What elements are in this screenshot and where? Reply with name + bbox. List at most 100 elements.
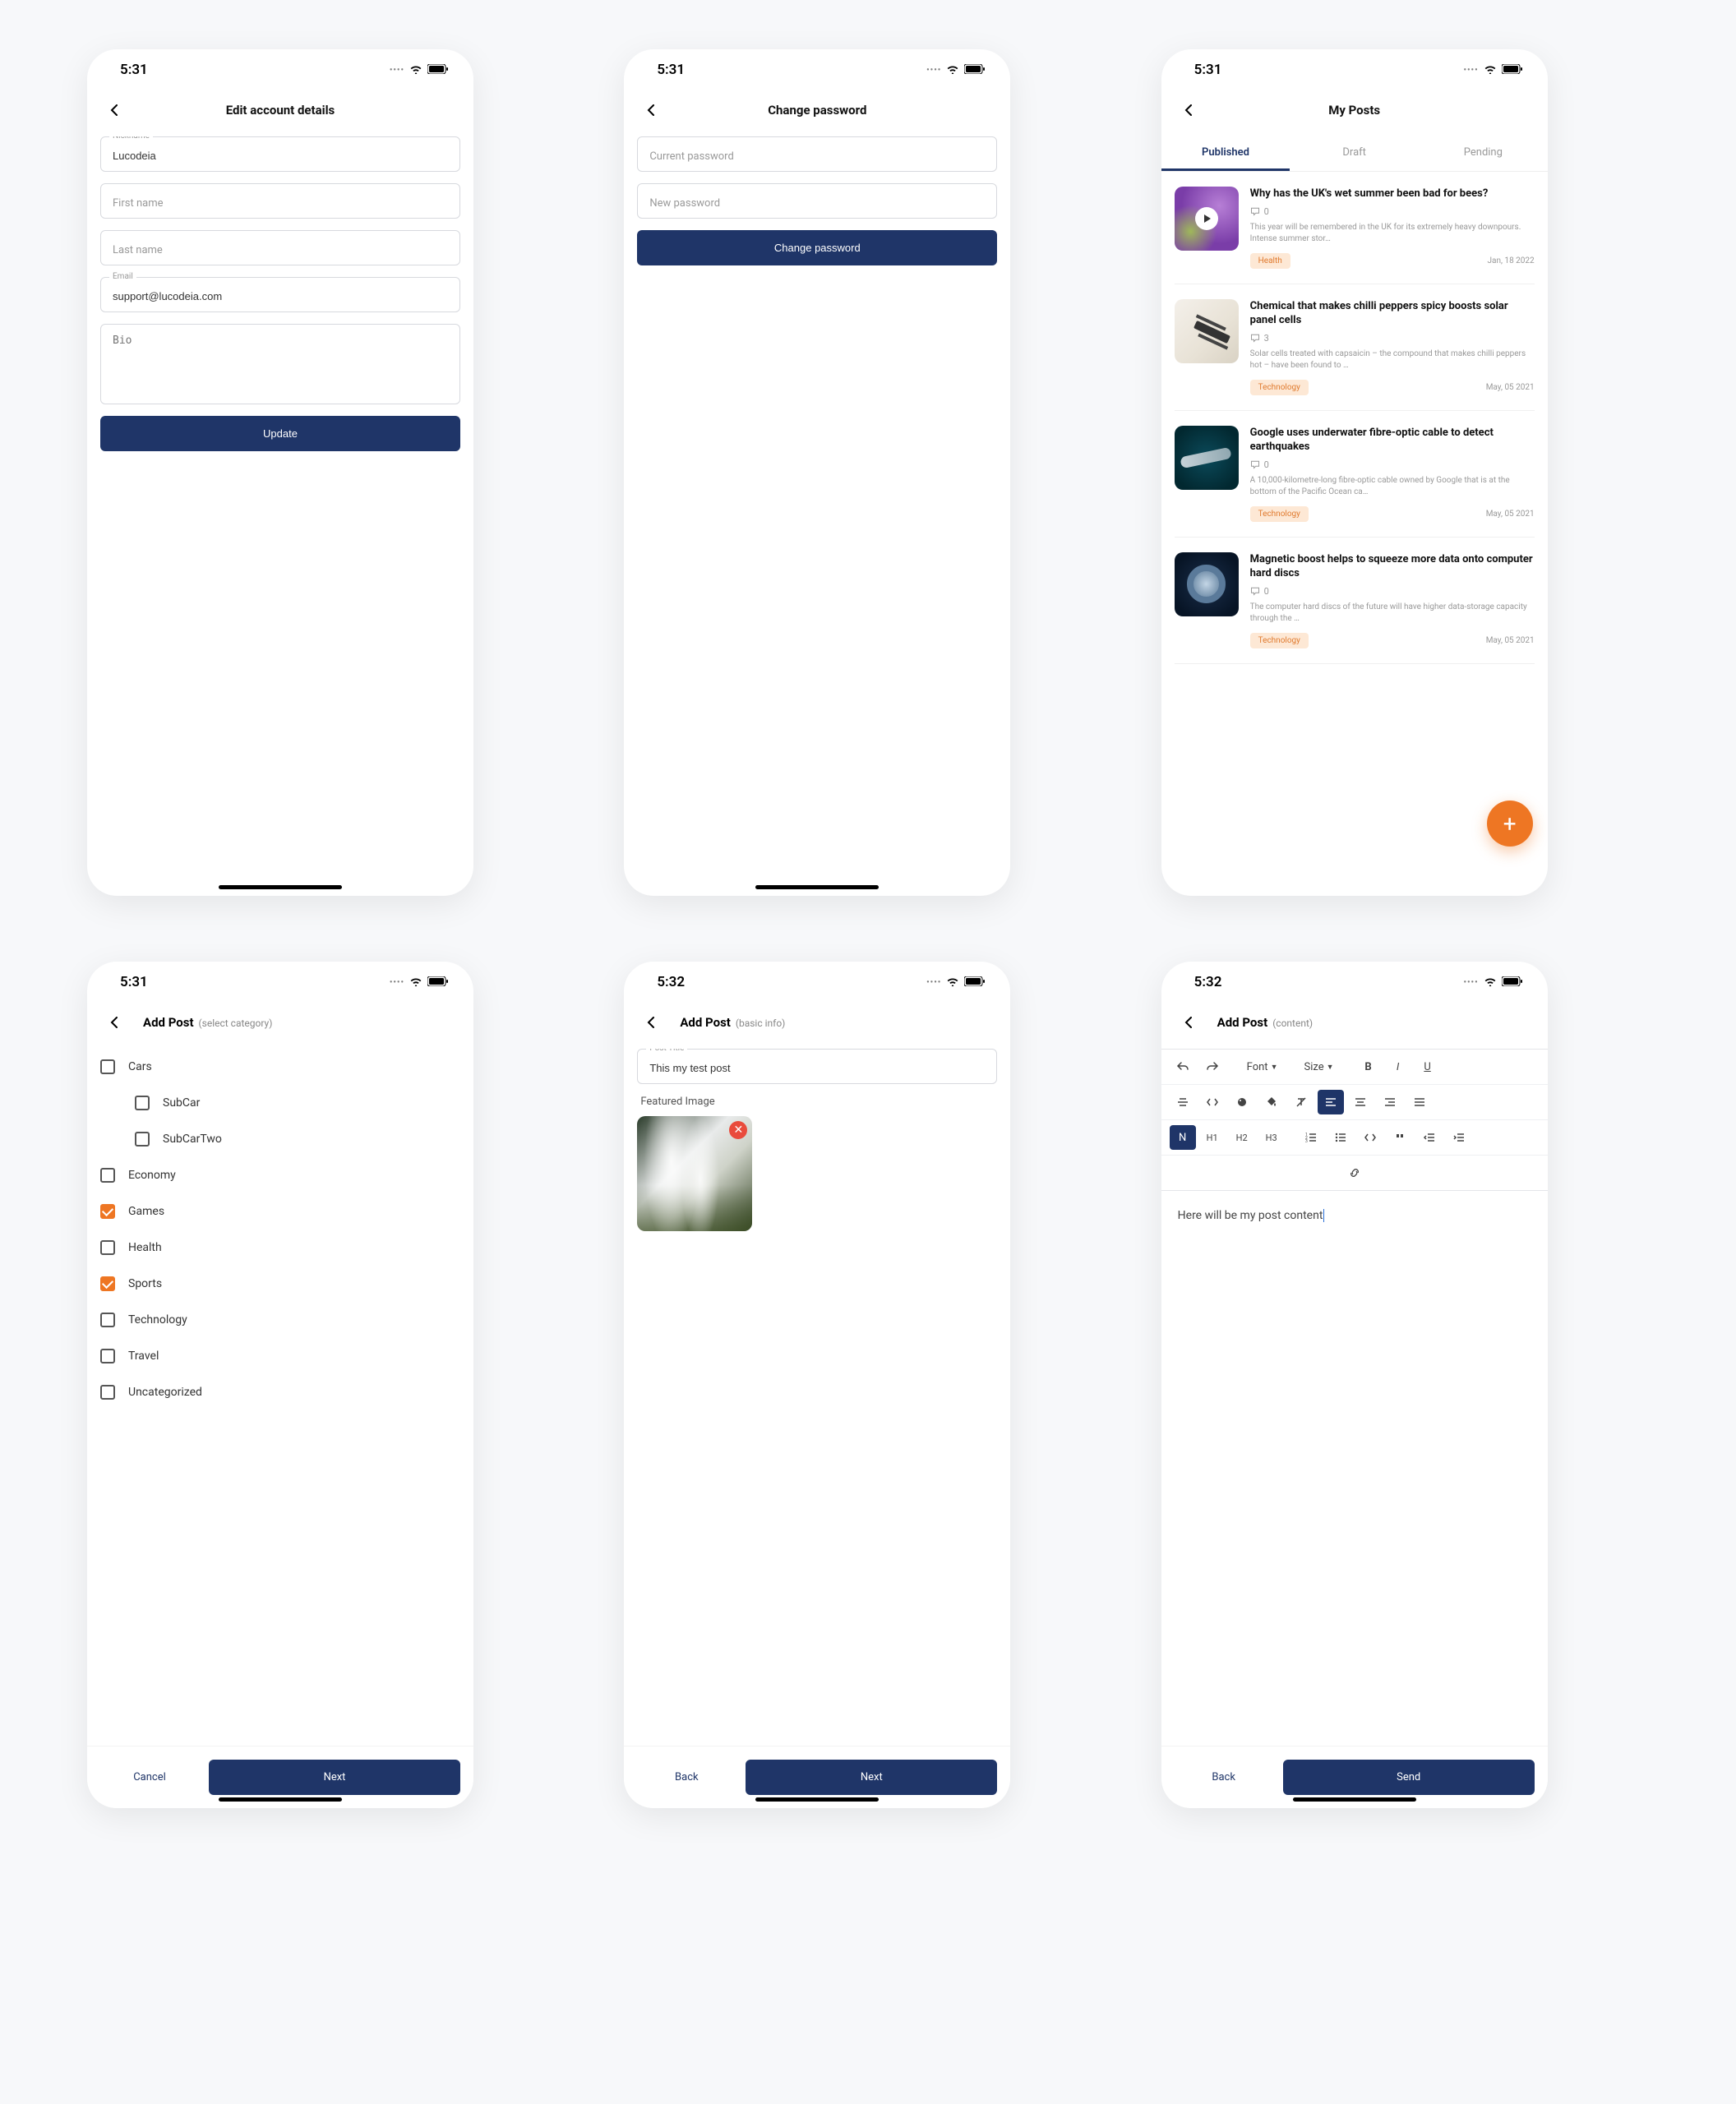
tab-pending[interactable]: Pending xyxy=(1419,136,1548,171)
bio-textarea[interactable] xyxy=(113,335,448,392)
category-checkbox[interactable] xyxy=(135,1096,150,1110)
indent-button[interactable] xyxy=(1446,1125,1472,1150)
battery-icon xyxy=(1502,974,1523,990)
h1-button[interactable]: H1 xyxy=(1199,1125,1226,1150)
category-row[interactable]: Health xyxy=(100,1230,460,1266)
category-checkbox[interactable] xyxy=(100,1204,115,1219)
back-button[interactable] xyxy=(640,99,663,122)
first-name-field[interactable]: First name xyxy=(100,183,460,219)
editor-body[interactable]: Here will be my post content xyxy=(1175,1191,1535,1240)
post-item[interactable]: Why has the UK's wet summer been bad for… xyxy=(1175,172,1535,284)
next-button[interactable]: Next xyxy=(746,1760,997,1795)
post-title-field[interactable]: Post Title xyxy=(637,1049,997,1084)
category-row[interactable]: Travel xyxy=(100,1338,460,1374)
redo-button[interactable] xyxy=(1199,1054,1226,1079)
underline-button[interactable]: U xyxy=(1415,1054,1441,1079)
category-checkbox[interactable] xyxy=(100,1059,115,1074)
category-checkbox[interactable] xyxy=(100,1240,115,1255)
background-color-button[interactable] xyxy=(1258,1090,1285,1114)
back-button[interactable] xyxy=(640,1011,663,1034)
ordered-list-button[interactable]: 123 xyxy=(1298,1125,1324,1150)
bold-button[interactable]: B xyxy=(1355,1054,1382,1079)
post-title-input[interactable] xyxy=(649,1062,985,1074)
align-center-button[interactable] xyxy=(1347,1090,1374,1114)
category-row[interactable]: Technology xyxy=(100,1302,460,1338)
unordered-list-button[interactable] xyxy=(1327,1125,1354,1150)
font-dropdown[interactable]: Font▼ xyxy=(1242,1054,1283,1079)
post-item[interactable]: Google uses underwater fibre-optic cable… xyxy=(1175,411,1535,538)
align-left-button[interactable] xyxy=(1318,1090,1344,1114)
nickname-field[interactable]: Nickname xyxy=(100,136,460,172)
clock: 5:31 xyxy=(120,62,148,78)
tab-published[interactable]: Published xyxy=(1161,136,1290,171)
h2-button[interactable]: H2 xyxy=(1229,1125,1255,1150)
category-checkbox[interactable] xyxy=(100,1349,115,1363)
update-button[interactable]: Update xyxy=(100,416,460,451)
category-checkbox[interactable] xyxy=(100,1276,115,1291)
undo-button[interactable] xyxy=(1170,1054,1196,1079)
last-name-field[interactable]: Last name xyxy=(100,230,460,265)
align-right-button[interactable] xyxy=(1377,1090,1403,1114)
category-checkbox[interactable] xyxy=(100,1168,115,1183)
normal-text-button[interactable]: N xyxy=(1170,1125,1196,1150)
category-row[interactable]: Cars xyxy=(100,1049,460,1085)
code-block-button[interactable] xyxy=(1357,1125,1383,1150)
italic-button[interactable]: I xyxy=(1385,1054,1411,1079)
h3-button[interactable]: H3 xyxy=(1258,1125,1285,1150)
new-password-field[interactable]: New password xyxy=(637,183,997,219)
nav-bar: Add Post (basic info) xyxy=(624,1003,1010,1049)
page-title: Add Post (basic info) xyxy=(680,1015,785,1030)
cancel-button[interactable]: Cancel xyxy=(100,1760,199,1795)
clear-format-button[interactable] xyxy=(1288,1090,1314,1114)
featured-image-thumbnail[interactable]: ✕ xyxy=(637,1116,752,1231)
email-field[interactable]: Email xyxy=(100,277,460,312)
back-step-button[interactable]: Back xyxy=(637,1760,736,1795)
send-button[interactable]: Send xyxy=(1283,1760,1535,1795)
category-row[interactable]: Uncategorized xyxy=(100,1374,460,1410)
category-checkbox[interactable] xyxy=(100,1385,115,1400)
post-excerpt: Solar cells treated with capsaicin – the… xyxy=(1250,348,1535,371)
post-title: Chemical that makes chilli peppers spicy… xyxy=(1250,299,1535,328)
post-item[interactable]: Magnetic boost helps to squeeze more dat… xyxy=(1175,538,1535,664)
text-color-button[interactable] xyxy=(1229,1090,1255,1114)
change-password-button[interactable]: Change password xyxy=(637,230,997,265)
category-row[interactable]: SubCar xyxy=(100,1085,460,1121)
align-justify-button[interactable] xyxy=(1406,1090,1433,1114)
category-row[interactable]: Economy xyxy=(100,1157,460,1193)
size-dropdown[interactable]: Size▼ xyxy=(1299,1054,1338,1079)
remove-image-button[interactable]: ✕ xyxy=(729,1121,747,1139)
email-input[interactable] xyxy=(113,290,448,302)
category-label: Travel xyxy=(128,1350,159,1363)
page-subtitle: (content) xyxy=(1272,1017,1313,1029)
outdent-button[interactable] xyxy=(1416,1125,1443,1150)
play-icon xyxy=(1195,207,1218,230)
category-checkbox[interactable] xyxy=(135,1132,150,1147)
back-button[interactable] xyxy=(1178,99,1201,122)
bio-field[interactable] xyxy=(100,324,460,404)
nickname-input[interactable] xyxy=(113,150,448,162)
quote-button[interactable] xyxy=(1387,1125,1413,1150)
current-password-field[interactable]: Current password xyxy=(637,136,997,172)
next-button[interactable]: Next xyxy=(209,1760,460,1795)
nav-bar: Edit account details xyxy=(87,90,473,136)
back-button[interactable] xyxy=(104,99,127,122)
status-bar: 5:32 •••• xyxy=(624,962,1010,1003)
back-button[interactable] xyxy=(1178,1011,1201,1034)
battery-icon xyxy=(964,974,986,990)
category-checkbox[interactable] xyxy=(100,1313,115,1327)
link-button[interactable] xyxy=(1341,1160,1368,1185)
wifi-icon xyxy=(1484,974,1497,990)
strikethrough-button[interactable] xyxy=(1170,1090,1196,1114)
category-row[interactable]: Sports xyxy=(100,1266,460,1302)
tab-draft[interactable]: Draft xyxy=(1290,136,1419,171)
page-subtitle: (select category) xyxy=(199,1017,273,1029)
category-row[interactable]: SubCarTwo xyxy=(100,1121,460,1157)
add-post-fab[interactable]: + xyxy=(1487,801,1533,847)
back-step-button[interactable]: Back xyxy=(1175,1760,1273,1795)
post-item[interactable]: Chemical that makes chilli peppers spicy… xyxy=(1175,284,1535,411)
inline-code-button[interactable] xyxy=(1199,1090,1226,1114)
category-row[interactable]: Games xyxy=(100,1193,460,1230)
post-date: May, 05 2021 xyxy=(1486,383,1535,392)
post-comments: 0 xyxy=(1250,586,1535,597)
back-button[interactable] xyxy=(104,1011,127,1034)
